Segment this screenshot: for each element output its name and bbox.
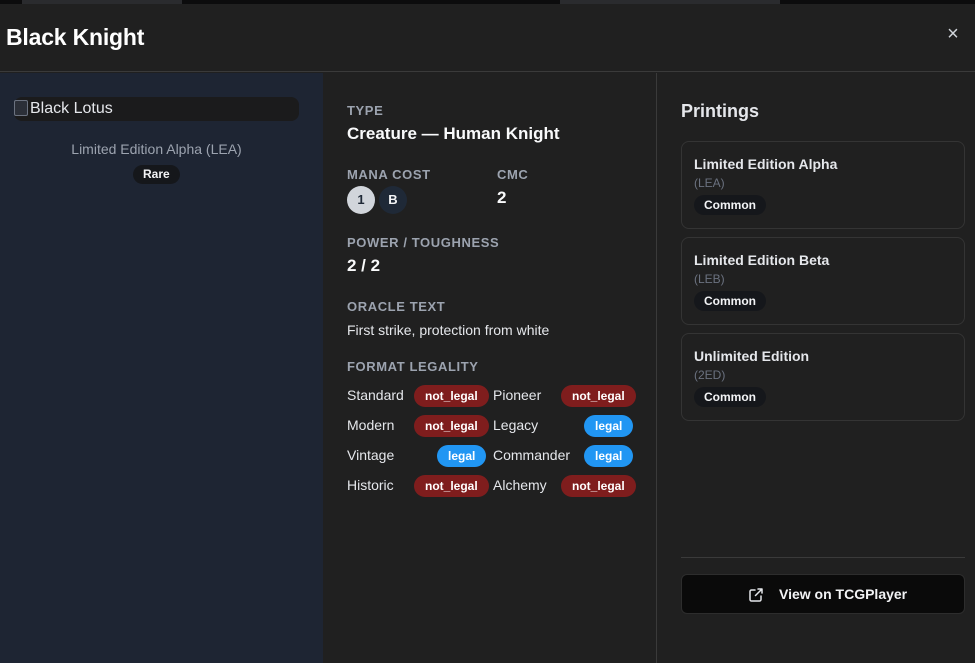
legality-badge: legal <box>584 445 634 467</box>
mana-cost-label: MANA COST <box>347 167 431 182</box>
legality-row-modern: Modern not_legal <box>347 415 489 437</box>
legality-badge: not_legal <box>414 475 489 497</box>
format-name: Vintage <box>347 447 395 463</box>
close-icon: × <box>947 23 959 45</box>
type-label: TYPE <box>347 103 384 118</box>
format-name: Historic <box>347 477 394 493</box>
close-button[interactable]: × <box>945 23 961 45</box>
printing-set-code: (LEA) <box>694 176 725 190</box>
tcgplayer-button-label: View on TCGPlayer <box>779 586 908 602</box>
legality-row-pioneer: Pioneer not_legal <box>493 385 636 407</box>
printing-name: Unlimited Edition <box>694 348 810 364</box>
format-name: Legacy <box>493 417 539 433</box>
legality-badge: legal <box>437 445 487 467</box>
printing-rarity-badge: Common <box>694 195 766 215</box>
divider <box>681 557 965 558</box>
legality-badge: not_legal <box>561 475 636 497</box>
format-name: Commander <box>493 447 571 463</box>
format-name: Modern <box>347 417 395 433</box>
printing-card[interactable]: Unlimited Edition (2ED) Common <box>681 333 965 421</box>
card-image-panel: Black Lotus Limited Edition Alpha (LEA) … <box>0 73 323 663</box>
format-name: Standard <box>347 387 404 403</box>
legality-badge: legal <box>584 415 634 437</box>
oracle-text-label: ORACLE TEXT <box>347 299 446 314</box>
oracle-text: First strike, protection from white <box>347 322 550 338</box>
legality-row-standard: Standard not_legal <box>347 385 489 407</box>
modal-header: Black Knight × <box>0 4 975 72</box>
card-image-alt-text: Black Lotus <box>30 100 113 117</box>
format-name: Pioneer <box>493 387 542 403</box>
format-legality-label: FORMAT LEGALITY <box>347 359 479 374</box>
format-name: Alchemy <box>493 477 547 493</box>
legality-row-historic: Historic not_legal <box>347 475 489 497</box>
printing-rarity-badge: Common <box>694 387 766 407</box>
card-detail-modal: Black Knight × Black Lotus Limited Editi… <box>0 4 975 663</box>
power-toughness-value: 2 / 2 <box>347 256 381 275</box>
view-on-tcgplayer-button[interactable]: View on TCGPlayer <box>681 574 965 614</box>
printing-set-code: (2ED) <box>694 368 726 382</box>
legality-row-legacy: Legacy legal <box>493 415 634 437</box>
cmc-value: 2 <box>497 188 507 207</box>
printing-name: Limited Edition Beta <box>694 252 830 268</box>
legality-row-vintage: Vintage legal <box>347 445 487 467</box>
legality-badge: not_legal <box>561 385 636 407</box>
printings-panel: Printings Limited Edition Alpha (LEA) Co… <box>656 73 975 663</box>
mana-symbol-generic: 1 <box>347 186 375 214</box>
printing-card[interactable]: Limited Edition Beta (LEB) Common <box>681 237 965 325</box>
printing-name: Limited Edition Alpha <box>694 156 838 172</box>
printings-title: Printings <box>681 101 760 121</box>
type-value: Creature — Human Knight <box>347 124 560 143</box>
power-toughness-label: POWER / TOUGHNESS <box>347 235 500 250</box>
broken-image-icon <box>14 100 28 116</box>
printing-card[interactable]: Limited Edition Alpha (LEA) Common <box>681 141 965 229</box>
cmc-label: CMC <box>497 167 529 182</box>
mana-symbol-black: B <box>379 186 407 214</box>
card-set-name: Limited Edition Alpha (LEA) <box>71 141 242 157</box>
legality-badge: not_legal <box>414 385 489 407</box>
printing-set-code: (LEB) <box>694 272 725 286</box>
legality-row-commander: Commander legal <box>493 445 634 467</box>
card-details-panel: TYPE Creature — Human Knight MANA COST 1… <box>323 73 656 663</box>
modal-title: Black Knight <box>6 24 145 50</box>
printing-rarity-badge: Common <box>694 291 766 311</box>
legality-badge: not_legal <box>414 415 489 437</box>
external-link-icon <box>749 588 763 602</box>
card-image: Black Lotus <box>14 97 299 121</box>
rarity-badge: Rare <box>133 165 180 184</box>
legality-row-alchemy: Alchemy not_legal <box>493 475 636 497</box>
